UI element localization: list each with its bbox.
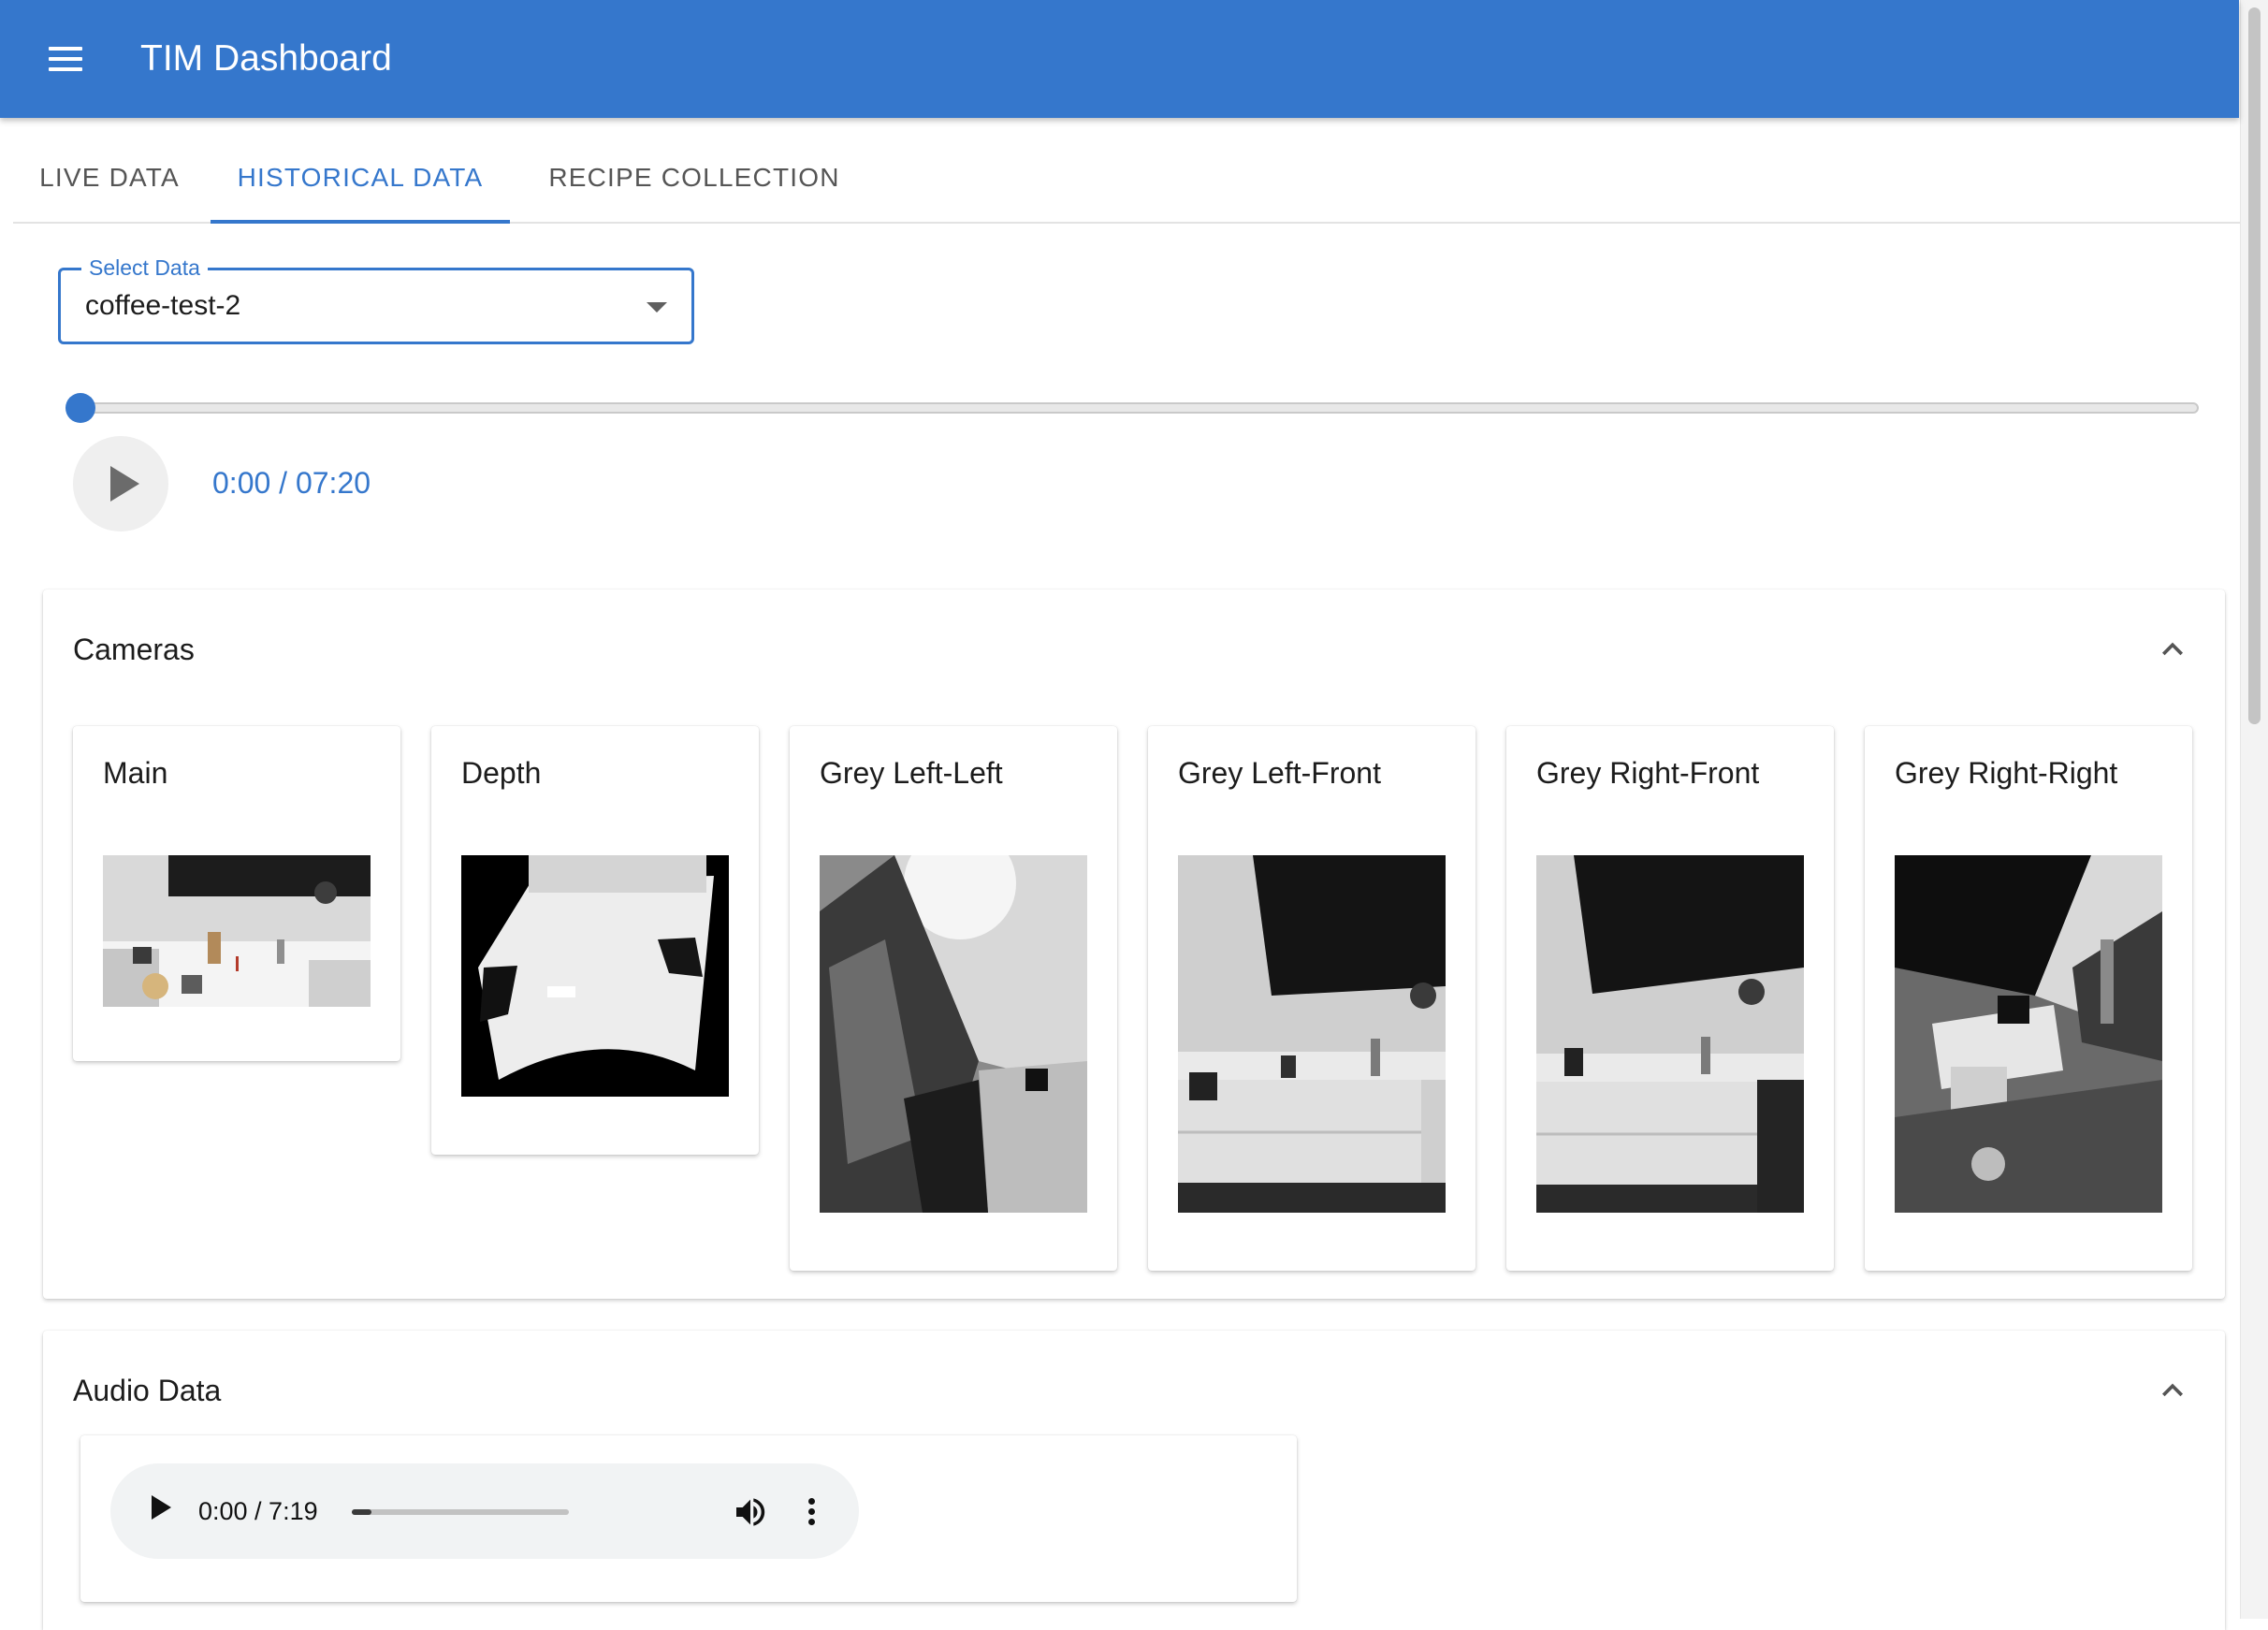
camera-title: Grey Left-Front [1178, 756, 1381, 790]
scrollbar-thumb[interactable] [2248, 7, 2261, 724]
tab-historical-data[interactable]: HISTORICAL DATA [211, 120, 510, 224]
timeline-slider[interactable] [65, 393, 2199, 423]
app-bar: TIM Dashboard [0, 0, 2239, 118]
playback-time: 0:00 / 07:20 [212, 466, 371, 500]
menu-icon[interactable] [37, 36, 94, 82]
app-title: TIM Dashboard [140, 38, 392, 79]
camera-image-grey-left-left[interactable] [820, 855, 1087, 1213]
select-data-dropdown[interactable]: Select Data coffee-test-2 [58, 255, 694, 344]
select-data-label: Select Data [81, 255, 208, 280]
play-icon [110, 466, 139, 502]
camera-card-grey-left-front: Grey Left-Front [1148, 726, 1476, 1271]
audio-title: Audio Data [73, 1374, 222, 1407]
camera-image-grey-right-front[interactable] [1536, 855, 1804, 1213]
camera-title: Grey Right-Front [1536, 756, 1760, 790]
chevron-up-icon[interactable] [2152, 629, 2193, 670]
chevron-up-icon[interactable] [2152, 1370, 2193, 1411]
camera-image-depth[interactable] [461, 855, 729, 1097]
camera-card-depth: Depth [431, 726, 759, 1155]
camera-card-grey-right-right: Grey Right-Right [1865, 726, 2192, 1271]
camera-card-grey-left-left: Grey Left-Left [790, 726, 1117, 1271]
camera-title: Main [103, 756, 168, 790]
camera-image-grey-right-right[interactable] [1895, 855, 2162, 1213]
caret-down-icon [647, 302, 667, 313]
audio-player[interactable]: 0:00 / 7:19 [110, 1463, 859, 1559]
tab-bar: LIVE DATA HISTORICAL DATA RECIPE COLLECT… [13, 120, 2240, 224]
camera-title: Grey Left-Left [820, 756, 1003, 790]
camera-image-main[interactable] [103, 855, 371, 1007]
volume-icon[interactable] [732, 1493, 769, 1531]
audio-progress-fill [352, 1509, 371, 1515]
slider-rail [80, 402, 2199, 414]
play-button[interactable] [73, 436, 168, 531]
play-icon[interactable] [152, 1495, 171, 1520]
tab-live-data[interactable]: LIVE DATA [30, 120, 189, 224]
tab-recipe-collection[interactable]: RECIPE COLLECTION [530, 120, 859, 224]
page-scrollbar[interactable] [2240, 0, 2268, 1619]
camera-card-grey-right-front: Grey Right-Front [1506, 726, 1834, 1271]
audio-time: 0:00 / 7:19 [198, 1497, 318, 1525]
slider-thumb[interactable] [65, 393, 95, 423]
camera-title: Grey Right-Right [1895, 756, 2118, 790]
audio-progress-bar[interactable] [352, 1509, 569, 1515]
camera-image-grey-left-front[interactable] [1178, 855, 1446, 1213]
cameras-title: Cameras [73, 633, 195, 666]
more-vert-icon[interactable] [803, 1493, 821, 1531]
camera-title: Depth [461, 756, 542, 790]
camera-card-main: Main [73, 726, 400, 1061]
select-data-value: coffee-test-2 [85, 290, 241, 321]
